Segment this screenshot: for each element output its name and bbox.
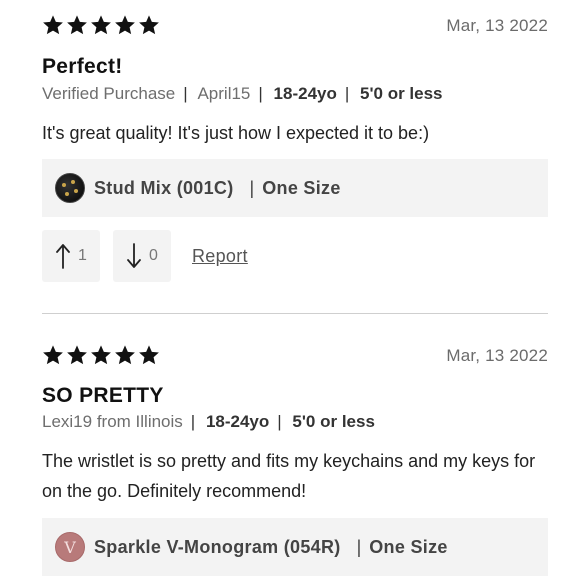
helpful-down-count: 0 (149, 247, 158, 264)
star-icon (115, 15, 135, 35)
star-icon (91, 15, 111, 35)
variant-info: Stud Mix (001C) | One Size (42, 159, 548, 217)
reviewer-age: 18-24yo (205, 412, 270, 431)
helpful-up-count: 1 (78, 247, 87, 264)
star-icon (115, 345, 135, 365)
reviewer-height: 5'0 or less (292, 412, 375, 431)
variant-name: Sparkle V-Monogram (054R) (94, 536, 341, 557)
variant-size: One Size (262, 177, 341, 198)
star-icon (91, 345, 111, 365)
v-monogram-swatch-icon: V (55, 532, 85, 562)
variant-name: Stud Mix (001C) (94, 177, 234, 198)
reviewer-name: April15 (197, 84, 251, 103)
review-date: Mar, 13 2022 (446, 16, 548, 35)
star-icon (139, 15, 159, 35)
reviewer-age: 18-24yo (273, 84, 337, 103)
review-body: It's great quality! It's just how I expe… (42, 123, 430, 143)
star-icon (67, 345, 87, 365)
review-divider (42, 313, 548, 314)
variant-info: V Sparkle V-Monogram (054R) | One Size (42, 518, 548, 576)
star-rating (42, 344, 160, 370)
reviewer-meta: Verified Purchase | April15 | 18-24yo | 5'0… (42, 84, 443, 103)
star-icon (43, 15, 63, 35)
variant-size: One Size (369, 536, 448, 557)
reviewer-height: 5'0 or less (360, 84, 443, 103)
helpful-up-button[interactable]: 1 (42, 230, 100, 282)
arrow-down-icon (127, 243, 141, 268)
star-rating (42, 14, 160, 40)
reviewer-meta: Lexi19 from Illinois | 18-24yo | 5'0 or le… (42, 412, 375, 431)
report-link[interactable]: Report (192, 246, 248, 267)
stud-mix-swatch-icon (55, 173, 85, 203)
helpful-down-button[interactable]: 0 (113, 230, 171, 282)
helpful-votes: 1 0 Report (42, 230, 248, 282)
reviewer-name: Lexi19 from Illinois (42, 412, 183, 431)
star-icon (43, 345, 63, 365)
review-body: The wristlet is so pretty and fits my ke… (42, 451, 536, 501)
review-date: Mar, 13 2022 (446, 346, 548, 365)
review-title: Perfect! (42, 55, 123, 78)
star-icon (139, 345, 159, 365)
arrow-up-icon (56, 244, 70, 269)
review-title: SO PRETTY (42, 384, 164, 407)
star-icon (67, 15, 87, 35)
verified-purchase-label: Verified Purchase (42, 84, 176, 103)
